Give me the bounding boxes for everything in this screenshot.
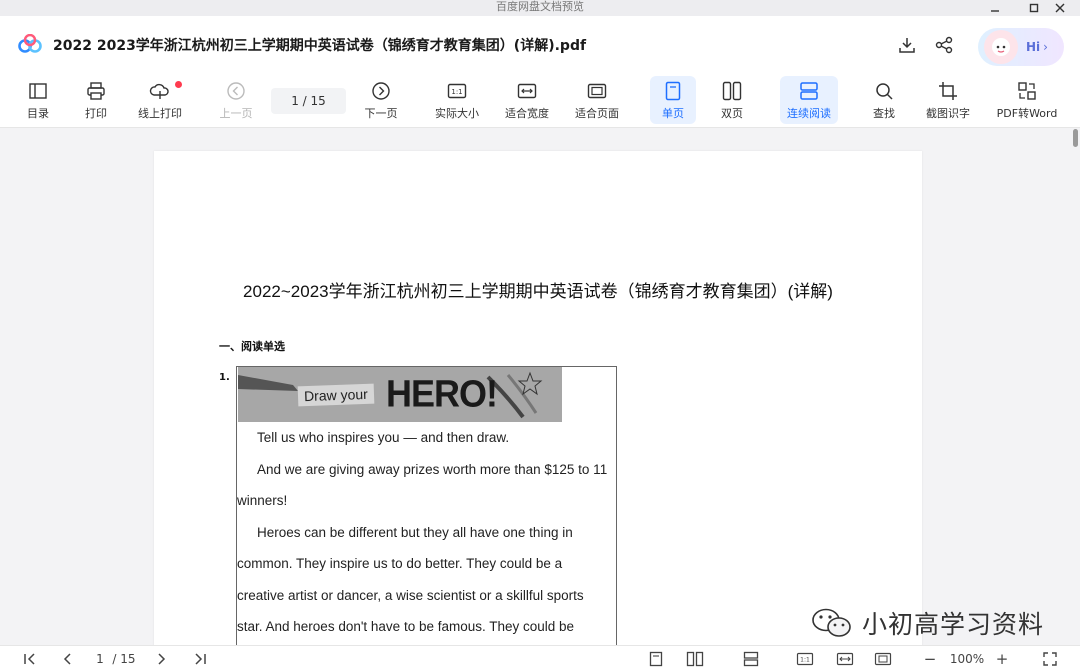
download-icon[interactable] [896, 34, 918, 56]
bottom-bar: 1 / 15 1:1 − 100% + [0, 645, 1080, 670]
close-button[interactable] [1047, 0, 1073, 16]
question-box: Draw your HERO! Tell us who inspires you… [236, 366, 617, 645]
zoom-in-button[interactable]: + [994, 649, 1010, 669]
search-label: 查找 [873, 107, 895, 120]
next-page-icon[interactable] [151, 649, 171, 669]
document-title: 2022 2023学年浙江杭州初三上学期期中英语试卷（锦绣育才教育集团）(详解)… [53, 38, 587, 54]
fit-page-icon [587, 79, 607, 103]
draw-your-hero-image: Draw your HERO! [238, 367, 562, 422]
page-current[interactable]: 1 [92, 649, 108, 669]
next-page-button[interactable]: 下一页 [359, 76, 403, 124]
watermark: 小初高学习资料 [810, 605, 1044, 641]
fit-width-icon [517, 79, 537, 103]
header: 2022 2023学年浙江杭州初三上学期期中英语试卷（锦绣育才教育集团）(详解)… [0, 16, 1080, 72]
zoom-out-button[interactable]: − [922, 649, 938, 669]
toolbar: 目录 打印 线上打印 上一页 下一页 1:1 实际大小 适合宽度 适合页面 单页… [0, 72, 1080, 128]
os-title-bar: 百度网盘文档预览 [0, 0, 1080, 16]
ocr-button[interactable]: 截图识字 [920, 76, 976, 124]
single-page-view-icon[interactable] [646, 649, 666, 669]
zoom-level: 100% [949, 652, 985, 666]
minimize-button[interactable] [982, 0, 1008, 16]
cloud-print-icon [149, 79, 171, 103]
search-button[interactable]: 查找 [862, 76, 906, 124]
double-page-button[interactable]: 双页 [710, 76, 754, 124]
svg-text:1:1: 1:1 [800, 657, 810, 664]
prev-page-label: 上一页 [219, 107, 253, 120]
toc-button[interactable]: 目录 [18, 76, 58, 124]
fit-width-icon[interactable] [834, 649, 856, 669]
pdf-page: 2022~2023学年浙江杭州初三上学期期中英语试卷（锦绣育才教育集团）(详解)… [154, 151, 922, 645]
continuous-read-label: 连续阅读 [787, 107, 831, 120]
single-page-label: 单页 [662, 107, 684, 120]
double-page-view-icon[interactable] [684, 649, 706, 669]
fit-page-label: 适合页面 [575, 107, 619, 120]
section-heading: 一、阅读单选 [219, 340, 285, 353]
actual-size-label: 实际大小 [435, 107, 479, 120]
question-number: 1. [219, 372, 230, 383]
baidu-netdisk-logo-icon [18, 33, 42, 58]
wechat-icon [812, 608, 851, 637]
double-page-icon [722, 79, 742, 103]
page-total: / 15 [112, 652, 136, 666]
next-page-label: 下一页 [364, 107, 398, 120]
actual-size-button[interactable]: 1:1 实际大小 [430, 76, 484, 124]
fit-width-button[interactable]: 适合宽度 [500, 76, 554, 124]
printer-icon [86, 79, 106, 103]
print-label: 打印 [85, 107, 107, 120]
avatar [984, 30, 1018, 64]
passage-line: star. And heroes don't have to be famous… [237, 619, 575, 634]
maximize-button[interactable] [1021, 0, 1047, 16]
fit-page-button[interactable]: 适合页面 [570, 76, 624, 124]
convert-icon [1017, 79, 1037, 103]
fit-width-label: 适合宽度 [505, 107, 549, 120]
chevron-right-circle-icon [371, 79, 391, 103]
single-page-icon [665, 79, 681, 103]
passage-line: winners! [237, 493, 288, 508]
actual-size-icon[interactable]: 1:1 [794, 649, 816, 669]
prev-page-button[interactable]: 上一页 [214, 76, 258, 124]
prev-page-icon[interactable] [58, 649, 78, 669]
passage-line: And we are giving away prizes worth more… [257, 461, 608, 477]
passage-line: creative artist or dancer, a wise scient… [237, 587, 584, 603]
search-icon [874, 79, 894, 103]
last-page-icon[interactable] [190, 649, 210, 669]
chevron-right-icon: › [1043, 40, 1048, 54]
document-viewport[interactable]: 2022~2023学年浙江杭州初三上学期期中英语试卷（锦绣育才教育集团）(详解)… [0, 129, 1080, 645]
single-page-button[interactable]: 单页 [650, 76, 696, 124]
page-indicator-input[interactable]: 1 / 15 [271, 88, 346, 114]
first-page-icon[interactable] [20, 649, 40, 669]
reading-passage: Tell us who inspires you — and then draw… [237, 422, 618, 643]
hero-image-hero-text: HERO! [386, 371, 498, 415]
fit-page-icon[interactable] [872, 649, 894, 669]
pdf-to-word-label: PDF转Word [996, 107, 1058, 120]
passage-line: Heroes can be different but they all hav… [257, 524, 573, 540]
chevron-left-circle-icon [226, 79, 246, 103]
window-title: 百度网盘文档预览 [496, 0, 584, 13]
svg-text:1:1: 1:1 [451, 88, 462, 96]
continuous-read-button[interactable]: 连续阅读 [780, 76, 838, 124]
share-icon[interactable] [933, 34, 955, 56]
passage-line: common. They inspire us to do better. Th… [237, 556, 563, 571]
vertical-scrollbar[interactable] [1073, 129, 1078, 147]
continuous-read-icon [799, 79, 819, 103]
notification-dot [175, 81, 182, 88]
toc-icon [28, 79, 48, 103]
assistant-avatar-button[interactable]: Hi › [978, 28, 1064, 66]
online-print-label: 线上打印 [138, 107, 182, 120]
pdf-document-title: 2022~2023学年浙江杭州初三上学期期中英语试卷（锦绣育才教育集团）(详解) [243, 282, 833, 301]
passage-line: Tell us who inspires you — and then draw… [257, 430, 510, 445]
crop-icon [938, 79, 958, 103]
actual-size-icon: 1:1 [447, 79, 467, 103]
ocr-label: 截图识字 [926, 107, 970, 120]
print-button[interactable]: 打印 [76, 76, 116, 124]
hero-image-draw-text: Draw your [297, 383, 375, 407]
continuous-view-icon[interactable] [740, 649, 762, 669]
double-page-label: 双页 [721, 107, 743, 120]
toc-label: 目录 [27, 107, 49, 120]
fullscreen-icon[interactable] [1040, 649, 1060, 669]
avatar-greeting: Hi [1026, 40, 1041, 54]
watermark-text: 小初高学习资料 [862, 610, 1045, 639]
pdf-to-word-button[interactable]: PDF转Word [990, 76, 1064, 124]
